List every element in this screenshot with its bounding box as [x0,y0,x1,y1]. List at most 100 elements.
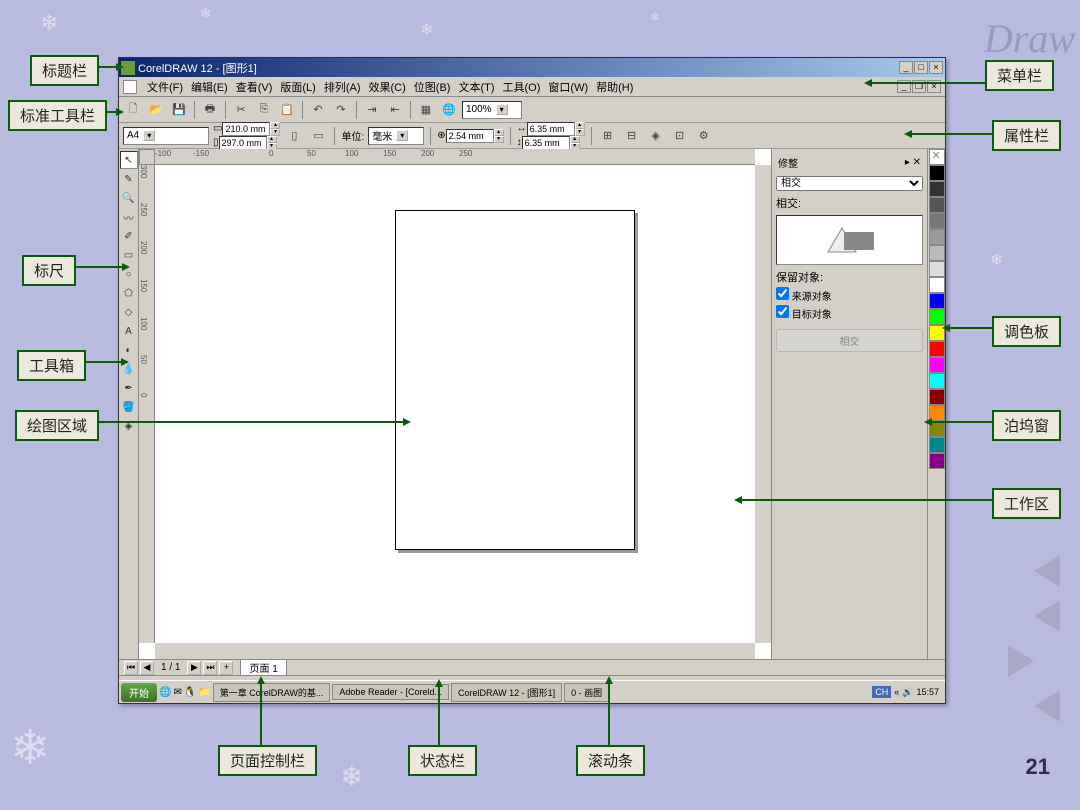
save-icon[interactable]: 💾 [169,100,189,120]
snap-object-icon[interactable]: ◈ [646,126,666,146]
first-page-button[interactable]: ⏮ [124,661,138,675]
menu-arrange[interactable]: 排列(A) [320,77,365,97]
task-item[interactable]: CorelDRAW 12 - [图形1] [451,683,562,702]
color-swatch[interactable] [929,437,945,453]
cut-icon[interactable]: ✂ [231,100,251,120]
color-swatch[interactable] [929,261,945,277]
dynamic-guide-icon[interactable]: ⊡ [670,126,690,146]
task-item[interactable]: 0 - 画图 [564,683,609,702]
color-swatch[interactable] [929,341,945,357]
page-width-input[interactable]: ▭▴▾ [213,122,280,136]
explorer-icon[interactable]: 📁 [198,687,210,698]
redo-icon[interactable]: ↷ [331,100,351,120]
qq-icon[interactable]: 🐧 [184,687,196,698]
polygon-tool-icon[interactable]: ⬠ [120,284,138,302]
menu-tools[interactable]: 工具(O) [499,77,545,97]
task-item[interactable]: Adobe Reader - [Coreld... [332,684,449,700]
prev-page-button[interactable]: ◀ [140,661,154,675]
color-swatch[interactable] [929,149,945,165]
nav-last-icon[interactable] [1034,690,1060,722]
menu-bitmap[interactable]: 位图(B) [410,77,455,97]
color-swatch[interactable] [929,213,945,229]
snap-grid-icon[interactable]: ⊞ [598,126,618,146]
ruler-origin[interactable] [139,149,155,165]
color-swatch[interactable] [929,197,945,213]
color-swatch[interactable] [929,453,945,469]
paste-icon[interactable]: 📋 [277,100,297,120]
add-page-button[interactable]: + [219,661,233,675]
next-page-button[interactable]: ▶ [187,661,201,675]
ie-icon[interactable]: 🌐 [159,687,171,698]
lang-indicator[interactable]: CH [872,686,891,698]
dup-y-input[interactable]: ↕▴▾ [517,136,585,150]
menu-edit[interactable]: 编辑(E) [187,77,232,97]
freehand-tool-icon[interactable]: 〰 [120,208,138,226]
drawing-viewport[interactable] [155,165,755,643]
task-item[interactable]: 第一章 CorelDRAW的基... [213,683,331,702]
dup-x-input[interactable]: ↔▴▾ [517,122,585,136]
start-button[interactable]: 开始 [121,683,157,702]
horizontal-scrollbar[interactable] [155,643,755,659]
app-launcher-icon[interactable]: ▦ [416,100,436,120]
fill-tool-icon[interactable]: 🪣 [120,398,138,416]
color-swatch[interactable] [929,293,945,309]
color-swatch[interactable] [929,357,945,373]
open-icon[interactable]: 📂 [146,100,166,120]
color-swatch[interactable] [929,165,945,181]
snap-guide-icon[interactable]: ⊟ [622,126,642,146]
options-icon[interactable]: ⚙ [694,126,714,146]
title-bar[interactable]: CorelDRAW 12 - [图形1] _ □ × [119,58,945,77]
vertical-scrollbar[interactable] [755,165,771,643]
menu-view[interactable]: 查看(V) [232,77,277,97]
undo-icon[interactable]: ↶ [308,100,328,120]
nav-prev-icon[interactable] [1034,555,1060,587]
nav-next-icon[interactable] [1008,645,1034,677]
copy-icon[interactable]: ⎘ [254,100,274,120]
rectangle-tool-icon[interactable]: ▭ [120,246,138,264]
color-swatch[interactable] [929,181,945,197]
print-icon[interactable]: 🖶 [200,100,220,120]
page-height-input[interactable]: ▯▴▾ [213,136,280,150]
nudge-input[interactable]: ⊕▴▾ [437,129,503,143]
color-swatch[interactable] [929,277,945,293]
menu-effects[interactable]: 效果(C) [365,77,410,97]
close-button[interactable]: × [929,61,943,74]
menu-file[interactable]: 文件(F) [143,77,187,97]
tray-icon[interactable]: « [894,687,899,697]
interactive-fill-icon[interactable]: ◈ [120,417,138,435]
source-checkbox[interactable]: 来源对象 [776,287,923,303]
color-swatch[interactable] [929,309,945,325]
color-swatch[interactable] [929,229,945,245]
page-tab[interactable]: 页面 1 [240,659,286,676]
import-icon[interactable]: ⇥ [362,100,382,120]
color-swatch[interactable] [929,373,945,389]
menu-window[interactable]: 窗口(W) [544,77,592,97]
target-checkbox[interactable]: 目标对象 [776,305,923,321]
smart-draw-icon[interactable]: ✐ [120,227,138,245]
zoom-combo[interactable]: 100%▾ [462,101,522,119]
blend-tool-icon[interactable]: ◐ [120,341,138,359]
color-swatch[interactable] [929,245,945,261]
basic-shapes-icon[interactable]: ◇ [120,303,138,321]
text-tool-icon[interactable]: A [120,322,138,340]
outline-tool-icon[interactable]: ✒ [120,379,138,397]
apply-shaping-button[interactable]: 相交 [776,329,923,352]
menu-layout[interactable]: 版面(L) [276,77,319,97]
vertical-ruler[interactable]: 300250200150100500 [139,165,155,643]
last-page-button[interactable]: ⏭ [203,661,217,675]
menu-text[interactable]: 文本(T) [454,77,498,97]
mail-icon[interactable]: ✉ [173,687,181,698]
new-icon[interactable]: 🗋 [123,100,143,120]
menu-help[interactable]: 帮助(H) [592,77,637,97]
nav-back-icon[interactable] [1034,600,1060,632]
corel-online-icon[interactable]: 🌐 [439,100,459,120]
horizontal-ruler[interactable]: -100-150050100150200250 [155,149,755,165]
zoom-tool-icon[interactable]: 🔍 [120,189,138,207]
landscape-icon[interactable]: ▭ [308,126,328,146]
maximize-button[interactable]: □ [914,61,928,74]
shape-tool-icon[interactable]: ✎ [120,170,138,188]
drawing-page[interactable] [395,210,635,550]
color-swatch[interactable] [929,389,945,405]
export-icon[interactable]: ⇤ [385,100,405,120]
shaping-mode-select[interactable]: 相交 [776,176,923,191]
